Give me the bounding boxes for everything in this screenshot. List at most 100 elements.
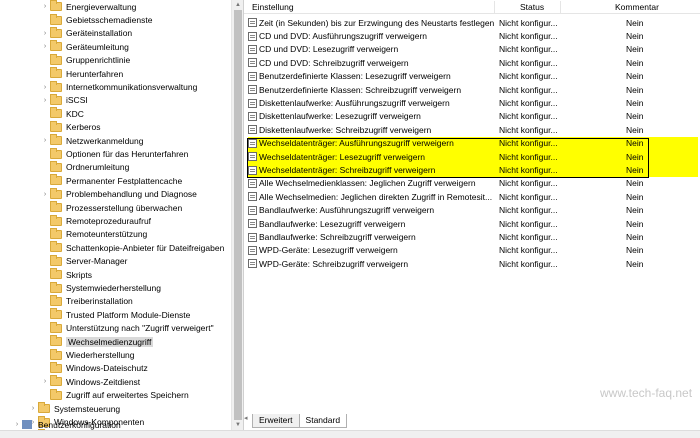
folder-icon bbox=[50, 268, 62, 280]
tree-item[interactable]: KDC bbox=[40, 107, 84, 120]
tab-erweitert[interactable]: Erweitert bbox=[252, 414, 300, 428]
tree-item[interactable]: Remoteprozeduraufruf bbox=[40, 214, 151, 227]
setting-status: Nicht konfigur... bbox=[499, 218, 558, 229]
tree-item[interactable]: Unterstützung nach "Zugriff verweigert" bbox=[40, 321, 214, 335]
policy-setting-icon bbox=[248, 98, 257, 108]
setting-status: Nicht konfigur... bbox=[499, 57, 558, 68]
tree-item-label: Gebietsschemadienste bbox=[66, 15, 153, 26]
scrollbar-thumb[interactable] bbox=[234, 10, 242, 420]
tree-item[interactable]: Treiberinstallation bbox=[40, 294, 133, 308]
tree-item[interactable]: Prozesserstellung überwachen bbox=[40, 201, 182, 214]
tree-item[interactable]: › Windows-Zeitdienst bbox=[40, 375, 140, 388]
tab-standard[interactable]: Standard bbox=[298, 414, 348, 428]
policy-setting-icon bbox=[248, 245, 257, 255]
tree-item-benutzerkonfiguration[interactable]: › Benutzerkonfiguration bbox=[12, 418, 121, 431]
setting-row[interactable]: Bandlaufwerke: Lesezugriff verweigern Nic… bbox=[248, 217, 698, 230]
tree-item[interactable]: › Geräteinstallation bbox=[40, 26, 132, 40]
folder-icon bbox=[50, 93, 62, 105]
tree-item[interactable]: Ordnerumleitung bbox=[40, 160, 129, 174]
policy-setting-icon bbox=[248, 125, 257, 135]
setting-name: WPD-Geräte: Schreibzugriff verweigern bbox=[259, 258, 409, 269]
setting-status: Nicht konfigur... bbox=[499, 205, 558, 216]
tree-item[interactable]: › Systemsteuerung bbox=[28, 402, 120, 415]
setting-row[interactable]: Benutzerdefinierte Klassen: Schreibzugri… bbox=[248, 83, 698, 96]
chevron-right-icon[interactable]: › bbox=[40, 3, 50, 10]
tree-item-label: Wechselmedienzugriff bbox=[66, 336, 154, 347]
tree-item[interactable]: Skripts bbox=[40, 268, 92, 281]
folder-icon bbox=[50, 201, 62, 213]
tree-scrollbar[interactable]: ▲ ▼ bbox=[231, 0, 243, 430]
scroll-up-icon[interactable]: ▲ bbox=[234, 1, 242, 9]
tree-item[interactable]: › iSCSI bbox=[40, 93, 88, 107]
folder-icon bbox=[50, 80, 62, 92]
column-comment[interactable]: Kommentar bbox=[615, 2, 659, 12]
chevron-right-icon[interactable]: › bbox=[40, 97, 50, 104]
setting-row[interactable]: Diskettenlaufwerke: Lesezugriff verweige… bbox=[248, 110, 698, 123]
tree-item-label: Schattenkopie-Anbieter für Dateifreigabe… bbox=[66, 242, 225, 253]
policy-setting-icon bbox=[248, 232, 257, 242]
tree-item[interactable]: Kerberos bbox=[40, 120, 101, 134]
setting-row[interactable]: WPD-Geräte: Schreibzugriff verweigern Nic… bbox=[248, 257, 698, 270]
tab-nav-arrow-icon[interactable]: ◂ bbox=[244, 414, 252, 429]
tree-item[interactable]: Trusted Platform Module-Dienste bbox=[40, 308, 190, 321]
setting-row[interactable]: Bandlaufwerke: Ausführungszugriff verwei… bbox=[248, 204, 698, 217]
view-tabs: ◂ Erweitert Standard bbox=[244, 414, 348, 429]
tree-item[interactable]: › Netzwerkanmeldung bbox=[40, 134, 143, 147]
folder-icon bbox=[50, 0, 62, 12]
chevron-right-icon[interactable]: › bbox=[40, 30, 50, 37]
setting-row[interactable]: CD und DVD: Lesezugriff verweigern Nicht … bbox=[248, 43, 698, 56]
chevron-right-icon[interactable]: › bbox=[40, 84, 50, 91]
scroll-down-icon[interactable]: ▼ bbox=[234, 421, 242, 429]
tree-item[interactable]: Gruppenrichtlinie bbox=[40, 53, 130, 67]
column-status[interactable]: Status bbox=[520, 2, 544, 12]
tree-item[interactable]: › Internetkommunikationsverwaltung bbox=[40, 80, 197, 93]
setting-name: Diskettenlaufwerke: Lesezugriff verweige… bbox=[259, 111, 421, 122]
setting-row[interactable]: Diskettenlaufwerke: Ausführungszugriff v… bbox=[248, 96, 698, 109]
column-divider[interactable] bbox=[494, 1, 495, 13]
tree-item[interactable]: Server-Manager bbox=[40, 254, 127, 268]
tree-item[interactable]: › Problembehandlung und Diagnose bbox=[40, 187, 197, 201]
setting-row[interactable]: Alle Wechselmedien: Jeglichen direkten Z… bbox=[248, 190, 698, 203]
column-setting[interactable]: Einstellung bbox=[252, 2, 294, 12]
setting-row[interactable]: Wechseldatenträger: Lesezugriff verweige… bbox=[248, 150, 698, 164]
tree-item[interactable]: Herunterfahren bbox=[40, 67, 123, 80]
chevron-right-icon[interactable]: › bbox=[40, 191, 50, 198]
setting-row[interactable]: CD und DVD: Ausführungszugriff verweiger… bbox=[248, 29, 698, 42]
setting-status: Nicht konfigur... bbox=[499, 258, 558, 269]
chevron-right-icon[interactable]: › bbox=[12, 421, 22, 428]
chevron-right-icon[interactable]: › bbox=[28, 405, 38, 412]
tree-item-label: Optionen für das Herunterfahren bbox=[66, 149, 189, 160]
setting-status: Nicht konfigur... bbox=[499, 98, 558, 109]
tree-item[interactable]: Zugriff auf erweitertes Speichern bbox=[40, 388, 189, 402]
setting-row[interactable]: Diskettenlaufwerke: Schreibzugriff verwe… bbox=[248, 123, 698, 136]
folder-icon bbox=[50, 67, 62, 79]
tree-item[interactable]: Windows-Dateischutz bbox=[40, 361, 148, 375]
tree-item[interactable]: › Geräteumleitung bbox=[40, 40, 129, 53]
setting-status: Nicht konfigur... bbox=[499, 191, 558, 202]
setting-row[interactable]: Bandlaufwerke: Schreibzugriff verweigern… bbox=[248, 230, 698, 243]
tree-item[interactable]: › Energieverwaltung bbox=[40, 0, 136, 13]
setting-row[interactable]: Wechseldatenträger: Schreibzugriff verwe… bbox=[248, 163, 698, 177]
chevron-right-icon[interactable]: › bbox=[40, 378, 50, 385]
chevron-right-icon[interactable]: › bbox=[40, 43, 50, 50]
setting-row[interactable]: Wechseldatenträger: Ausführungszugriff v… bbox=[248, 136, 698, 150]
setting-row[interactable]: CD und DVD: Schreibzugriff verweigern Nic… bbox=[248, 56, 698, 69]
tree-item[interactable]: Permanenter Festplattencache bbox=[40, 174, 182, 187]
setting-row[interactable]: Zeit (in Sekunden) bis zur Erzwingung de… bbox=[248, 16, 698, 29]
tree-item[interactable]: Wechselmedienzugriff bbox=[40, 335, 154, 348]
setting-row[interactable]: WPD-Geräte: Lesezugriff verweigern Nicht … bbox=[248, 244, 698, 257]
user-config-icon bbox=[22, 420, 32, 429]
tree-item[interactable]: Optionen für das Herunterfahren bbox=[40, 147, 188, 160]
chevron-right-icon[interactable]: › bbox=[40, 137, 50, 144]
tree-item[interactable]: Schattenkopie-Anbieter für Dateifreigabe… bbox=[40, 241, 224, 254]
policy-setting-icon bbox=[248, 178, 257, 188]
setting-status: Nicht konfigur... bbox=[499, 151, 558, 162]
setting-comment: Nein bbox=[626, 84, 644, 95]
setting-row[interactable]: Benutzerdefinierte Klassen: Lesezugriff … bbox=[248, 70, 698, 83]
column-divider[interactable] bbox=[560, 1, 561, 13]
tree-item[interactable]: Systemwiederherstellung bbox=[40, 281, 161, 294]
tree-item[interactable]: Remoteunterstützung bbox=[40, 227, 147, 241]
tree-item[interactable]: Wiederherstellung bbox=[40, 348, 135, 361]
tree-item[interactable]: Gebietsschemadienste bbox=[40, 13, 152, 26]
setting-row[interactable]: Alle Wechselmedienklassen: Jeglichen Zug… bbox=[248, 177, 698, 190]
